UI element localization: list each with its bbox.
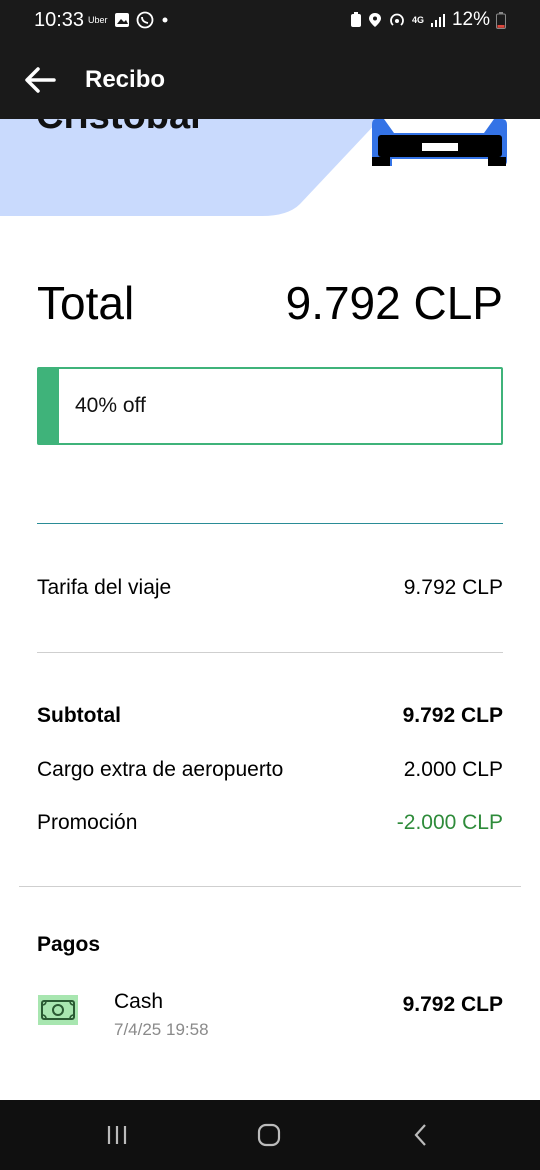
notification-icons [114,11,170,29]
fare-value: 9.792 CLP [403,576,503,599]
total-label: Total [37,277,135,329]
total-value: 9.792 CLP [285,277,503,329]
fare-label: Tarifa del viaje [37,576,172,599]
driver-name: Cristobal [36,119,201,138]
system-nav-bar [0,1100,540,1170]
promo-banner: 40% off [37,367,503,445]
cash-icon [38,995,78,1025]
promotion-label: Promoción [37,811,138,834]
subtotal-value: 9.792 CLP [402,704,503,727]
dot-icon [160,15,170,25]
home-button[interactable] [256,1122,282,1153]
payment-date: 7/4/25 19:58 [114,1020,209,1039]
back-button[interactable] [22,62,58,98]
whatsapp-icon [136,11,154,29]
payment-amount: 9.792 CLP [402,993,503,1016]
system-back-button[interactable] [408,1122,434,1153]
location-icon [368,12,382,28]
car-icon [372,119,507,166]
arrow-left-icon [25,67,56,93]
recent-apps-icon [107,1126,127,1144]
trip-header: Cristobal [0,119,540,219]
battery-icon [496,11,506,29]
page-title: Recibo [85,66,166,93]
recent-apps-button[interactable] [104,1122,130,1153]
signal-icon [430,13,446,27]
divider [19,886,521,887]
system-icons: 4G 12% [350,9,506,31]
divider [37,652,503,653]
hotspot-icon [388,12,406,28]
promo-text: 40% off [75,394,146,417]
network-type-icon: 4G [411,15,424,25]
back-icon [414,1124,426,1146]
uber-notification-icon: Uber [88,15,108,25]
status-time: 10:33 [34,9,85,31]
subtotal-label: Subtotal [37,704,121,727]
home-icon [257,1123,281,1147]
payments-title: Pagos [37,933,101,956]
app-bar: Recibo [0,42,540,119]
battery-percent: 12% [451,9,490,30]
promotion-value: -2.000 CLP [396,811,503,834]
status-bar: 10:33 Uber 4G 12% [0,0,540,42]
airport-fee-value: 2.000 CLP [403,758,503,781]
gallery-icon [114,12,130,28]
battery-saver-icon [350,12,362,28]
payment-method: Cash [114,990,164,1013]
airport-fee-label: Cargo extra de aeropuerto [37,758,284,781]
section-divider [37,523,503,524]
